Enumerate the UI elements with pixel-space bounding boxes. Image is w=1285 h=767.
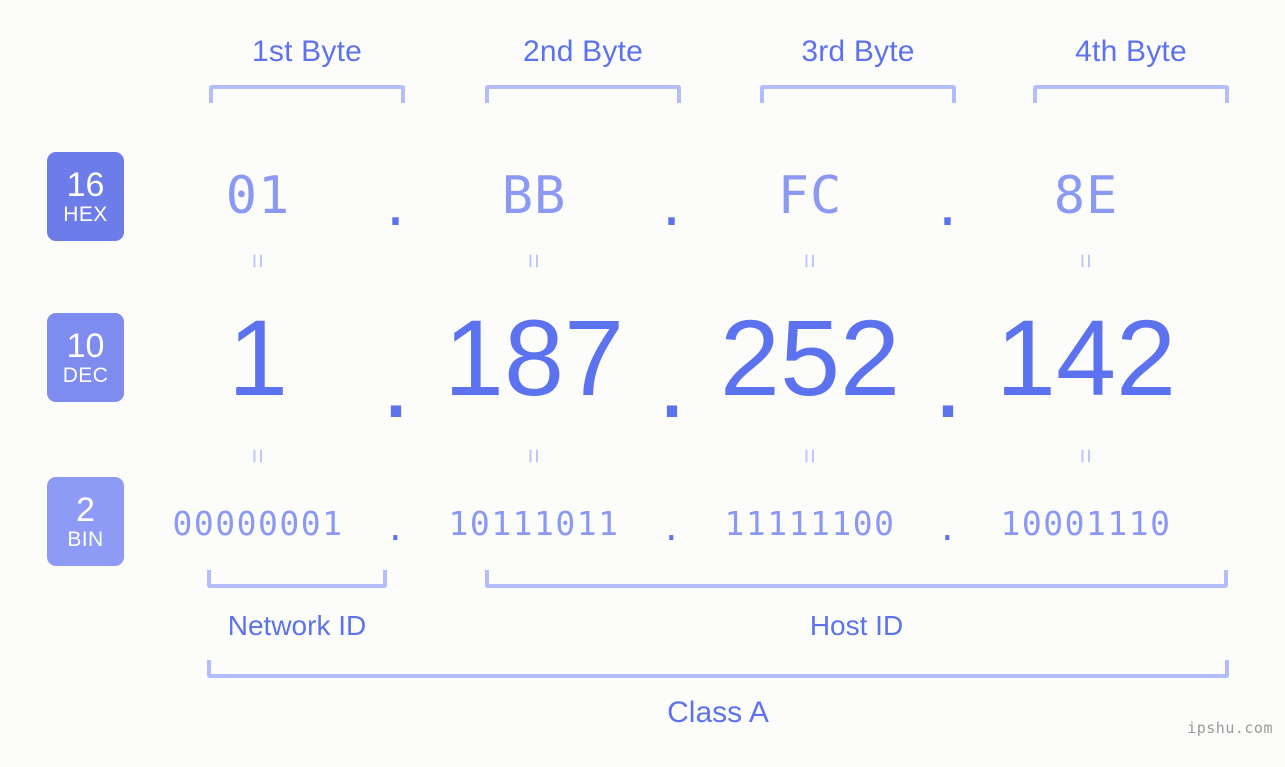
bin-byte-2: 10111011 <box>448 503 620 543</box>
byte-header-4: 4th Byte <box>1075 35 1187 68</box>
bin-value-row: 00000001 . 10111011 . 11111100 . 1000111… <box>160 495 1260 551</box>
bin-separator-2: . <box>661 508 683 548</box>
class-bracket <box>207 660 1229 678</box>
byte-bracket-top-2 <box>485 85 681 103</box>
byte-header-3: 3rd Byte <box>801 35 915 68</box>
host-id-label: Host ID <box>809 610 904 641</box>
dec-separator-1: . <box>380 319 411 440</box>
site-watermark: ipshu.com <box>1187 719 1273 737</box>
equals-row-dec-bin: = = = = <box>160 441 1260 471</box>
network-id-bracket <box>207 570 387 588</box>
byte-header-1: 1st Byte <box>252 35 362 68</box>
byte-bracket-top-4 <box>1033 85 1229 103</box>
network-id-label: Network ID <box>227 610 367 641</box>
byte-header-2: 2nd Byte <box>522 35 644 68</box>
bin-separator-3: . <box>937 508 959 548</box>
bin-byte-4: 10001110 <box>1000 503 1172 543</box>
dec-separator-3: . <box>932 319 963 440</box>
hex-separator-3: . <box>931 178 965 238</box>
byte-bracket-top-1 <box>209 85 405 103</box>
base-badge-dec-unit: DEC <box>62 363 109 387</box>
bin-byte-1: 00000001 <box>172 503 344 543</box>
bin-separator-1: . <box>385 508 407 548</box>
hex-separator-2: . <box>655 178 689 238</box>
bin-byte-3: 11111100 <box>724 503 896 543</box>
base-badge-bin-unit: BIN <box>67 527 104 551</box>
dec-separator-2: . <box>656 319 687 440</box>
class-label: Class A <box>667 696 769 729</box>
equals-row-hex-dec: = = = = <box>160 246 1260 276</box>
byte-bracket-top-3 <box>760 85 956 103</box>
host-id-bracket <box>485 570 1228 588</box>
ip-breakdown-diagram: 1st Byte 2nd Byte 3rd Byte 4th Byte 16 H… <box>0 0 1285 767</box>
base-badge-hex: 16 HEX <box>47 152 124 241</box>
base-badge-bin-number: 2 <box>76 490 95 529</box>
base-badge-dec-number: 10 <box>66 326 105 365</box>
base-badge-hex-unit: HEX <box>63 202 108 226</box>
hex-separator-1: . <box>379 178 413 238</box>
base-badge-hex-number: 16 <box>66 165 105 204</box>
base-badge-dec: 10 DEC <box>47 313 124 402</box>
base-badge-bin: 2 BIN <box>47 477 124 566</box>
